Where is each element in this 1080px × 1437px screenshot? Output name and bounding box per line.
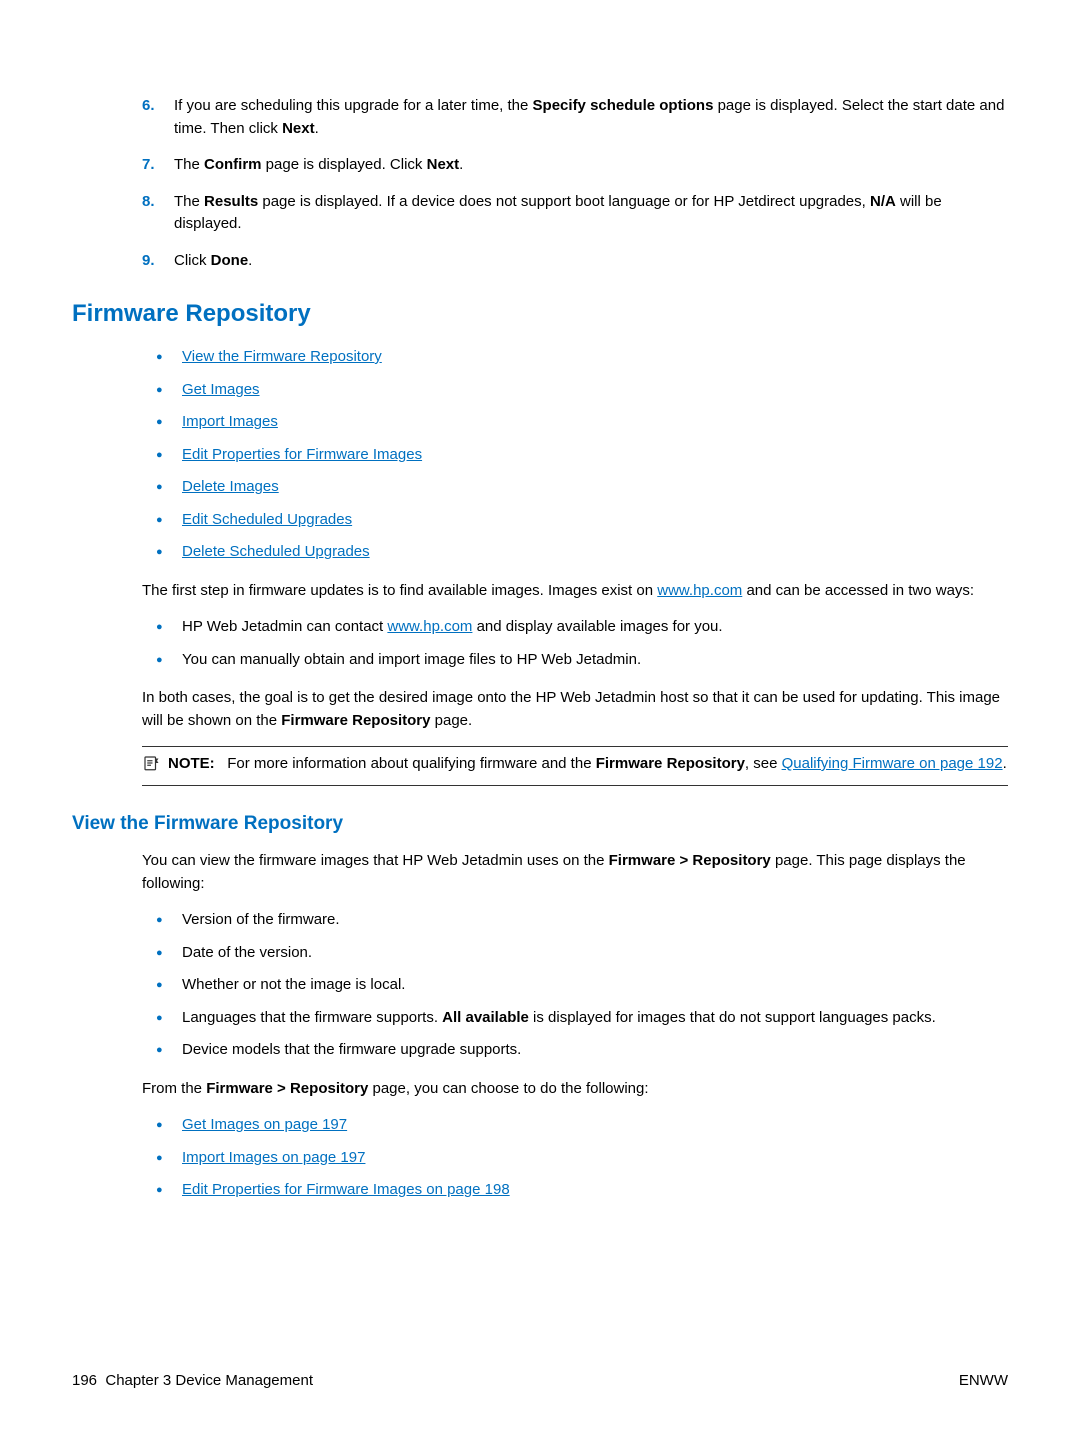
list-item: HP Web Jetadmin can contact www.hp.com a… [142,616,1008,639]
access-ways-list: HP Web Jetadmin can contact www.hp.com a… [142,616,1008,671]
step-number: 9. [142,250,174,273]
step-item: 6.If you are scheduling this upgrade for… [142,95,1008,140]
step-number: 6. [142,95,174,140]
action-link[interactable]: Import Images on page 197 [182,1149,365,1166]
list-item: Get Images on page 197 [142,1114,1008,1137]
step-item: 7.The Confirm page is displayed. Click N… [142,154,1008,177]
numbered-steps: 6.If you are scheduling this upgrade for… [142,95,1008,272]
paragraph-view-intro: You can view the firmware images that HP… [142,850,1008,895]
note-label: NOTE: [168,755,215,772]
toc-link[interactable]: Delete Scheduled Upgrades [182,543,370,560]
list-item: View the Firmware Repository [142,346,1008,369]
list-item: You can manually obtain and import image… [142,649,1008,672]
action-link-list: Get Images on page 197 Import Images on p… [142,1114,1008,1202]
step-item: 8.The Results page is displayed. If a de… [142,191,1008,236]
toc-link[interactable]: Edit Properties for Firmware Images [182,446,422,463]
list-item: Import Images on page 197 [142,1147,1008,1170]
list-item: Languages that the firmware supports. Al… [142,1007,1008,1030]
list-item: Delete Scheduled Upgrades [142,541,1008,564]
list-item: Whether or not the image is local. [142,974,1008,997]
step-number: 7. [142,154,174,177]
list-item: Get Images [142,379,1008,402]
note-icon [142,754,164,780]
link-hp-com[interactable]: www.hp.com [387,618,472,635]
list-item: Edit Properties for Firmware Images on p… [142,1179,1008,1202]
list-item: Version of the firmware. [142,909,1008,932]
page-footer: 196 Chapter 3 Device Management ENWW [72,1370,1008,1393]
action-link[interactable]: Get Images on page 197 [182,1116,347,1133]
footer-right: ENWW [959,1370,1008,1393]
step-text: The Results page is displayed. If a devi… [174,191,1008,236]
toc-link[interactable]: View the Firmware Repository [182,348,382,365]
list-item: Import Images [142,411,1008,434]
section-heading-firmware-repository: Firmware Repository [72,296,1008,332]
document-page: 6.If you are scheduling this upgrade for… [0,0,1080,1437]
step-text: The Confirm page is displayed. Click Nex… [174,154,1008,177]
toc-link[interactable]: Edit Scheduled Upgrades [182,511,352,528]
action-link[interactable]: Edit Properties for Firmware Images on p… [182,1181,510,1198]
list-item: Edit Scheduled Upgrades [142,509,1008,532]
step-item: 9.Click Done. [142,250,1008,273]
toc-link-list: View the Firmware Repository Get Images Im… [142,346,1008,564]
step-number: 8. [142,191,174,236]
paragraph-goal: In both cases, the goal is to get the de… [142,687,1008,732]
step-text: Click Done. [174,250,1008,273]
paragraph-find-images: The first step in firmware updates is to… [142,580,1008,603]
toc-link[interactable]: Get Images [182,381,260,398]
list-item: Device models that the firmware upgrade … [142,1039,1008,1062]
page-number: 196 [72,1372,97,1389]
view-items-list: Version of the firmware. Date of the vers… [142,909,1008,1062]
toc-link[interactable]: Delete Images [182,478,279,495]
step-text: If you are scheduling this upgrade for a… [174,95,1008,140]
list-item: Edit Properties for Firmware Images [142,444,1008,467]
chapter-label: Chapter 3 Device Management [105,1372,313,1389]
paragraph-choose-following: From the Firmware > Repository page, you… [142,1078,1008,1101]
list-item: Date of the version. [142,942,1008,965]
note-block: NOTE: For more information about qualify… [142,746,1008,786]
list-item: Delete Images [142,476,1008,499]
subsection-heading-view-repository: View the Firmware Repository [72,810,1008,839]
toc-link[interactable]: Import Images [182,413,278,430]
link-hp-com[interactable]: www.hp.com [657,582,742,599]
link-qualifying-firmware[interactable]: Qualifying Firmware on page 192 [782,755,1003,772]
